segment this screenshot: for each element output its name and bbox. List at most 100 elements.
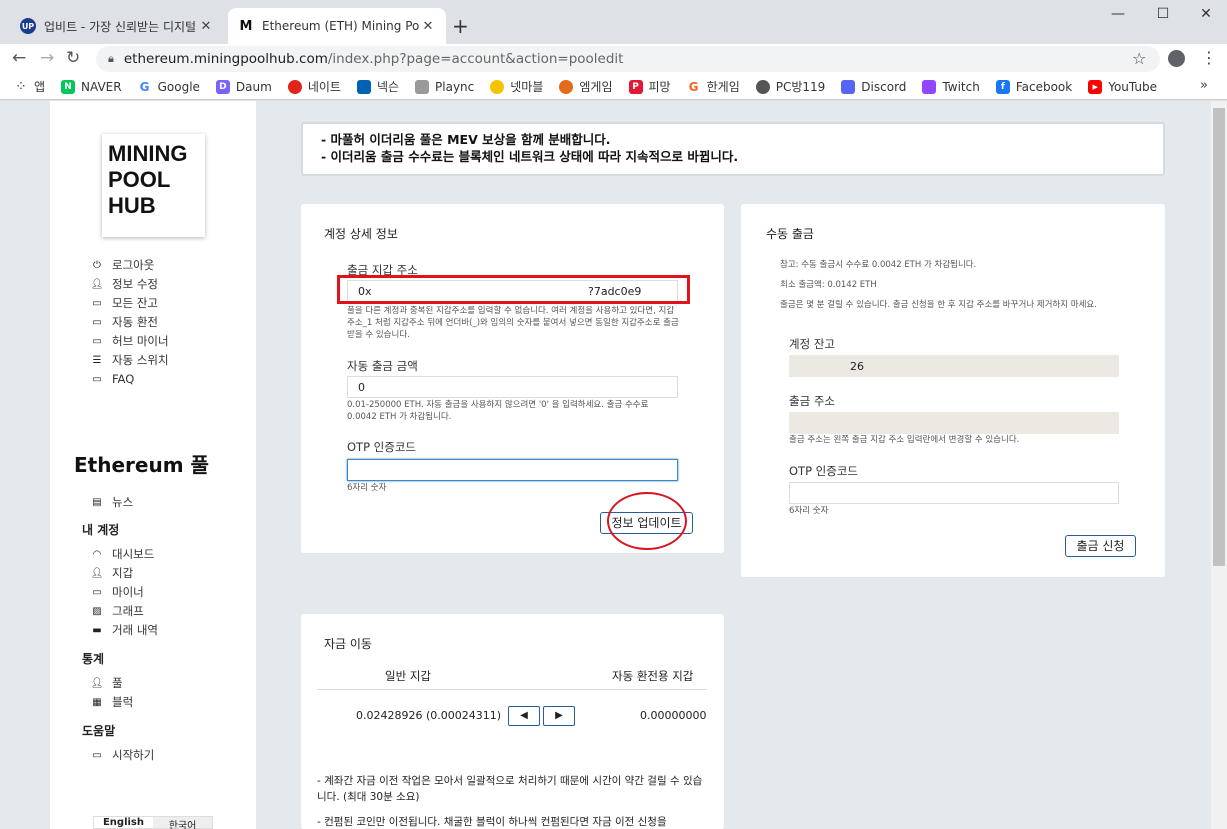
bookmark-nexon[interactable]: 넥슨 (356, 78, 399, 95)
nav-dashboard[interactable]: ◠ 대시보드 (91, 546, 155, 562)
bookmark-twitch[interactable]: Twitch (922, 79, 980, 94)
auto-payout-input[interactable]: 0 (347, 376, 678, 398)
pool-title: Ethereum 풀 (74, 453, 209, 477)
nav-all-balances[interactable]: ▭ 모든 잔고 (91, 295, 158, 311)
monitor-icon: ▭ (92, 316, 102, 328)
bookmark-hangame[interactable]: G 한게임 (687, 78, 740, 95)
fund-transfer-title: 자금 이동 (324, 637, 372, 651)
bookmark-nate[interactable]: 네이트 (287, 78, 341, 95)
menu-kebab-icon[interactable]: ⋮ (1201, 48, 1217, 67)
bookmark-pmang[interactable]: P 피망 (628, 78, 671, 95)
monitor-icon: ▭ (92, 297, 102, 309)
bookmark-plaync[interactable]: Plaync (415, 79, 474, 94)
table-divider (317, 689, 707, 690)
transfer-note-1: - 계좌간 자금 이전 작업은 모아서 일괄적으로 처리하기 때문에 시간이 약… (317, 775, 703, 803)
grid-icon: ▦ (92, 696, 102, 708)
scrollbar-thumb[interactable] (1213, 108, 1225, 566)
nav-logout[interactable]: ⏻ 로그아웃 (91, 257, 154, 273)
bookmarks-overflow-icon[interactable]: » (1200, 78, 1208, 93)
nate-icon (287, 79, 302, 94)
lang-english[interactable]: English (94, 817, 153, 828)
withdraw-otp-label: OTP 인증코드 (789, 464, 858, 478)
hangame-icon: G (688, 79, 699, 94)
bookmark-naver[interactable]: N NAVER (61, 79, 122, 94)
daum-icon: D (215, 79, 230, 94)
bookmark-pc119[interactable]: PC방119 (755, 78, 825, 95)
nav-pool-stats[interactable]: 👤︎ 풀 (91, 675, 123, 691)
close-icon[interactable]: ✕ (420, 19, 436, 34)
nav-auto-switch[interactable]: ☰ 자동 스위치 (91, 352, 169, 368)
nav-wallet[interactable]: 👤︎ 지갑 (90, 565, 134, 581)
gauge-icon: ◠ (92, 548, 102, 560)
forward-icon[interactable]: → (40, 48, 54, 68)
nav-miners[interactable]: ▭ 마이너 (91, 584, 143, 600)
notice-line: - 마풀허 이더리움 풀은 MEV 보상을 함께 분배합니다. (321, 132, 611, 147)
auto-wallet-balance: 0.00000000 (640, 709, 707, 722)
address-bar[interactable]: 🔒︎ ethereum.miningpoolhub.com/index.php?… (96, 46, 1160, 72)
transfer-right-button[interactable]: ▶ (543, 706, 575, 726)
nav-edit-account[interactable]: 👤︎ 정보 수정 (91, 276, 158, 292)
otp-help: 6자리 숫자 (347, 483, 387, 493)
back-icon[interactable]: ← (12, 48, 26, 68)
site-logo[interactable]: MINING POOL HUB (102, 134, 205, 237)
bookmark-netmarble[interactable]: 넷마블 (490, 78, 543, 95)
lang-korean[interactable]: 한국어 (153, 817, 212, 829)
request-withdraw-button[interactable]: 출금 신청 (1065, 535, 1136, 557)
withdraw-address-field (789, 412, 1119, 434)
withdraw-address-label: 출금 주소 (789, 394, 835, 408)
close-icon[interactable]: ✕ (198, 19, 214, 34)
google-icon: G (139, 79, 150, 94)
nav-getting-started[interactable]: ▭ 시작하기 (91, 747, 154, 763)
bookmark-youtube[interactable]: ▶ YouTube (1088, 79, 1157, 94)
bookmark-apps[interactable]: ⁘ 앱 (14, 78, 45, 95)
auto-payout-label: 자동 출금 금액 (347, 359, 418, 373)
otp-label: OTP 인증코드 (347, 440, 416, 454)
bookmark-facebook[interactable]: f Facebook (995, 79, 1072, 94)
nav-transactions[interactable]: ▬ 거래 내역 (91, 622, 158, 638)
news-icon: ▤ (92, 496, 102, 508)
list-icon: ☰ (92, 354, 102, 366)
youtube-icon: ▶ (1088, 79, 1103, 94)
bookmark-mgame[interactable]: 엠게임 (559, 78, 613, 95)
minimize-icon[interactable]: — (1095, 6, 1141, 22)
withdraw-otp-input[interactable] (789, 482, 1119, 504)
bookmark-discord[interactable]: Discord (841, 79, 906, 94)
bookmarks-bar: ⁘ 앱 N NAVER G Google D Daum 네이트 넥슨 Plaync 넷마… (0, 74, 1227, 100)
nav-blocks[interactable]: ▦ 블럭 (91, 694, 133, 710)
netmarble-icon (490, 79, 505, 94)
new-tab-plus-icon[interactable]: + (452, 14, 469, 38)
browser-tab-upbit[interactable]: UP 업비트 - 가장 신뢰받는 디지털 자산 거래소 ✕ (10, 8, 224, 44)
notice-line: - 이더리움 출금 수수료는 블록체인 네트워크 상태에 따라 지속적으로 바뀝… (321, 149, 739, 164)
my-account-heading: 내 계정 (82, 523, 120, 537)
window-close-icon[interactable]: ✕ (1183, 6, 1227, 22)
nav-faq[interactable]: ▭ FAQ (91, 372, 134, 386)
bookmark-star-icon[interactable]: ☆ (1132, 49, 1146, 68)
nav-news[interactable]: ▤ 뉴스 (91, 494, 133, 510)
help-heading: 도움말 (82, 724, 116, 738)
otp-input[interactable] (347, 459, 678, 481)
url-path: /index.php?page=account&action=pooledit (327, 51, 624, 67)
nav-hub-miner[interactable]: ▭ 허브 마이너 (91, 333, 168, 349)
mgame-icon (559, 79, 574, 94)
monitor-icon: ▭ (92, 373, 102, 385)
payout-address-help: 풀을 다른 계정과 중복된 지갑주소를 입력할 수 없습니다. 여러 계정을 사… (347, 306, 679, 340)
withdraw-note-minimum: 최소 출금액: 0.0142 ETH (780, 280, 877, 290)
bookmark-daum[interactable]: D Daum (215, 79, 272, 94)
maximize-icon[interactable]: ☐ (1140, 6, 1186, 22)
nav-auto-exchange[interactable]: ▭ 자동 환전 (91, 314, 158, 330)
stats-heading: 통계 (82, 652, 105, 666)
chart-icon: ▨ (92, 605, 102, 617)
transfer-left-button[interactable]: ◀ (508, 706, 540, 726)
pc119-icon (755, 79, 770, 94)
browser-tab-mph[interactable]: M Ethereum (ETH) Mining Pool Hub ✕ (228, 8, 446, 44)
tab-title: 업비트 - 가장 신뢰받는 디지털 자산 거래소 (44, 19, 198, 34)
balance-field: 26 (789, 355, 1119, 377)
bookmark-google[interactable]: G Google (138, 80, 200, 94)
user-icon: 👤︎ (90, 567, 104, 579)
reload-icon[interactable]: ↻ (66, 48, 80, 68)
user-icon: 👤︎ (90, 278, 104, 290)
url-host: ethereum.miningpoolhub.com (123, 51, 328, 67)
twitch-icon (922, 79, 937, 94)
nav-graphs[interactable]: ▨ 그래프 (91, 603, 143, 619)
profile-avatar-icon[interactable] (1168, 50, 1185, 67)
